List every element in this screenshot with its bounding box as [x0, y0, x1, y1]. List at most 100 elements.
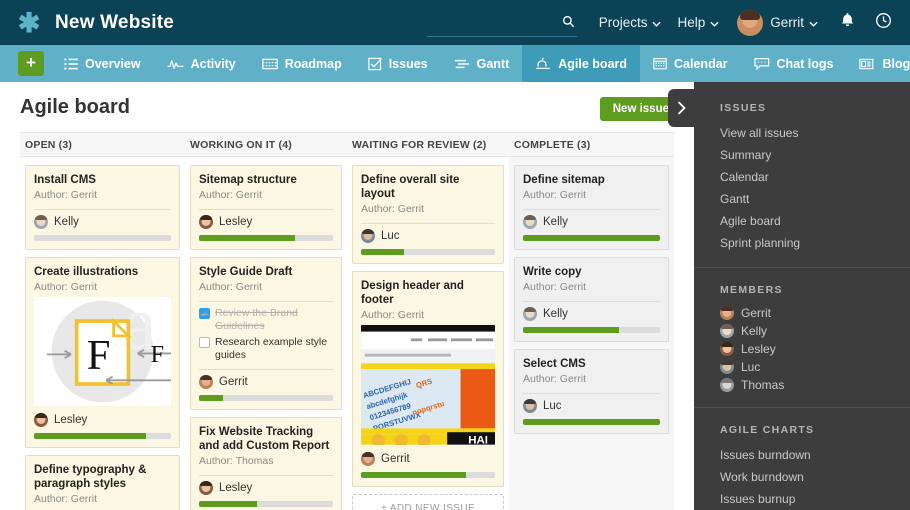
- sidebar-member-kelly[interactable]: Kelly: [694, 322, 910, 340]
- board-card[interactable]: Design header and footer Author: Gerrit: [352, 271, 504, 487]
- sidebar-member-label: Gerrit: [741, 306, 771, 320]
- sidebar-member-gerrit[interactable]: Gerrit: [694, 304, 910, 322]
- nav-item-issues[interactable]: Issues: [355, 45, 441, 82]
- agile-board-app: ✱ New Website Projects Help: [0, 0, 910, 510]
- sidebar-item-issues-burndown[interactable]: Issues burndown: [694, 444, 910, 466]
- board-card[interactable]: Fix Website Tracking and add Custom Repo…: [190, 417, 342, 510]
- sidebar-member-label: Lesley: [741, 342, 776, 356]
- board-card[interactable]: Define typography & paragraph styles Aut…: [25, 455, 180, 510]
- board-card[interactable]: Define sitemap Author: Gerrit Kelly: [514, 165, 669, 250]
- nav-item-calendar[interactable]: Calendar: [640, 45, 741, 82]
- board-column-complete: Define sitemap Author: Gerrit Kelly Writ…: [509, 157, 674, 510]
- page-title: Agile board: [20, 96, 130, 119]
- avatar: [523, 399, 537, 413]
- divider: [199, 369, 333, 370]
- sidebar-item-sprint-planning[interactable]: Sprint planning: [694, 232, 910, 254]
- sidebar-toggle-button[interactable]: [668, 89, 694, 127]
- board-card[interactable]: Style Guide Draft Author: Gerrit ✓ Revie…: [190, 257, 342, 410]
- avatar[interactable]: [737, 10, 763, 36]
- sidebar-member-label: Thomas: [741, 378, 784, 392]
- card-title: Style Guide Draft: [199, 265, 333, 279]
- sidebar-member-lesley[interactable]: Lesley: [694, 340, 910, 358]
- checkbox-checked-icon[interactable]: ✓: [199, 308, 210, 319]
- board-card[interactable]: Sitemap structure Author: Gerrit Lesley: [190, 165, 342, 250]
- newspaper-icon: [859, 58, 875, 70]
- checklist-item[interactable]: Research example style guides: [199, 336, 333, 362]
- top-header: ✱ New Website Projects Help: [0, 0, 910, 45]
- checklist-item[interactable]: ✓ Review the Brand Guidelines: [199, 307, 333, 333]
- nav-item-blog[interactable]: Blog: [846, 45, 910, 82]
- gantt-icon: [454, 58, 470, 70]
- plus-icon[interactable]: +: [18, 51, 44, 76]
- chevron-down-icon: [809, 15, 818, 30]
- card-author: Author: Gerrit: [523, 188, 660, 202]
- card-assignee-name: Luc: [381, 230, 400, 242]
- sidebar-item-work-burndown[interactable]: Work burndown: [694, 466, 910, 488]
- page-app-title: New Website: [55, 12, 174, 34]
- divider: [694, 407, 910, 408]
- checkbox-unchecked-icon[interactable]: [199, 337, 210, 348]
- sidebar-heading-issues: ISSUES: [694, 98, 910, 122]
- board-card[interactable]: Install CMS Author: Gerrit Kelly: [25, 165, 180, 250]
- svg-text:HAI: HAI: [468, 435, 488, 445]
- sidebar-heading-members: MEMBERS: [694, 280, 910, 304]
- board-card[interactable]: Define overall site layout Author: Gerri…: [352, 165, 504, 264]
- sidebar-member-luc[interactable]: Luc: [694, 358, 910, 376]
- board-card[interactable]: Select CMS Author: Gerrit Luc: [514, 349, 669, 434]
- avatar: [523, 307, 537, 321]
- progress-bar: [34, 433, 171, 439]
- board-column-working-on-it: Sitemap structure Author: Gerrit Lesley …: [185, 165, 347, 510]
- sidebar-item-issues-burnup[interactable]: Issues burnup: [694, 488, 910, 510]
- divider: [523, 393, 660, 394]
- card-image-illustration-letter-f: a F F: [34, 297, 171, 406]
- sidebar-item-agile-board[interactable]: Agile board: [694, 210, 910, 232]
- avatar: [720, 360, 734, 374]
- add-new-issue-button[interactable]: + ADD NEW ISSUE: [352, 494, 504, 510]
- sidebar-item-calendar[interactable]: Calendar: [694, 166, 910, 188]
- divider: [199, 209, 333, 210]
- bell-icon[interactable]: [840, 12, 855, 33]
- nav-item-overview-label: Overview: [85, 57, 141, 71]
- nav-item-roadmap[interactable]: Roadmap: [249, 45, 355, 82]
- board-column-waiting-for-review: Define overall site layout Author: Gerri…: [347, 165, 509, 510]
- card-assignee: Kelly: [523, 215, 660, 229]
- nav-item-calendar-label: Calendar: [674, 57, 728, 71]
- progress-bar: [361, 472, 495, 478]
- avatar: [720, 306, 734, 320]
- checklist-item-label: Research example style guides: [215, 336, 333, 362]
- project-nav-bar: + Overview Activity: [0, 45, 910, 82]
- clock-icon[interactable]: [875, 12, 892, 34]
- card-author: Author: Gerrit: [523, 280, 660, 294]
- card-author: Author: Thomas: [199, 454, 333, 468]
- menu-help[interactable]: Help: [677, 15, 719, 30]
- nav-item-activity[interactable]: Activity: [154, 45, 249, 82]
- nav-item-chat-logs[interactable]: Chat logs: [741, 45, 847, 82]
- main-content: Agile board New issue OPEN (3) WORKING O…: [0, 82, 694, 510]
- board-card[interactable]: Write copy Author: Gerrit Kelly: [514, 257, 669, 342]
- progress-bar: [199, 235, 333, 241]
- card-title: Sitemap structure: [199, 173, 333, 187]
- divider: [523, 209, 660, 210]
- sidebar-member-thomas[interactable]: Thomas: [694, 376, 910, 394]
- search-input[interactable]: [427, 19, 577, 37]
- nav-item-activity-label: Activity: [191, 57, 236, 71]
- agile-board-columns: Install CMS Author: Gerrit Kelly Create …: [20, 165, 674, 510]
- sidebar-item-summary[interactable]: Summary: [694, 144, 910, 166]
- nav-item-agile-board[interactable]: Agile board: [522, 45, 640, 82]
- card-assignee: Lesley: [199, 481, 333, 495]
- search-icon[interactable]: [562, 15, 575, 33]
- sidebar-item-gantt[interactable]: Gantt: [694, 188, 910, 210]
- sidebar-item-view-all-issues[interactable]: View all issues: [694, 122, 910, 144]
- menu-projects[interactable]: Projects: [599, 15, 662, 30]
- nav-item-chat-logs-label: Chat logs: [777, 57, 834, 71]
- nav-item-gantt[interactable]: Gantt: [441, 45, 523, 82]
- chat-bubble-icon: [754, 57, 770, 70]
- card-assignee: Luc: [361, 229, 495, 243]
- board-card[interactable]: Create illustrations Author: Gerrit a F: [25, 257, 180, 448]
- card-assignee-name: Kelly: [543, 308, 568, 320]
- card-assignee-name: Gerrit: [219, 376, 248, 388]
- sidebar-member-label: Kelly: [741, 324, 767, 338]
- nav-item-overview[interactable]: Overview: [51, 45, 154, 82]
- user-menu[interactable]: Gerrit: [770, 15, 818, 30]
- card-title: Define overall site layout: [361, 173, 495, 201]
